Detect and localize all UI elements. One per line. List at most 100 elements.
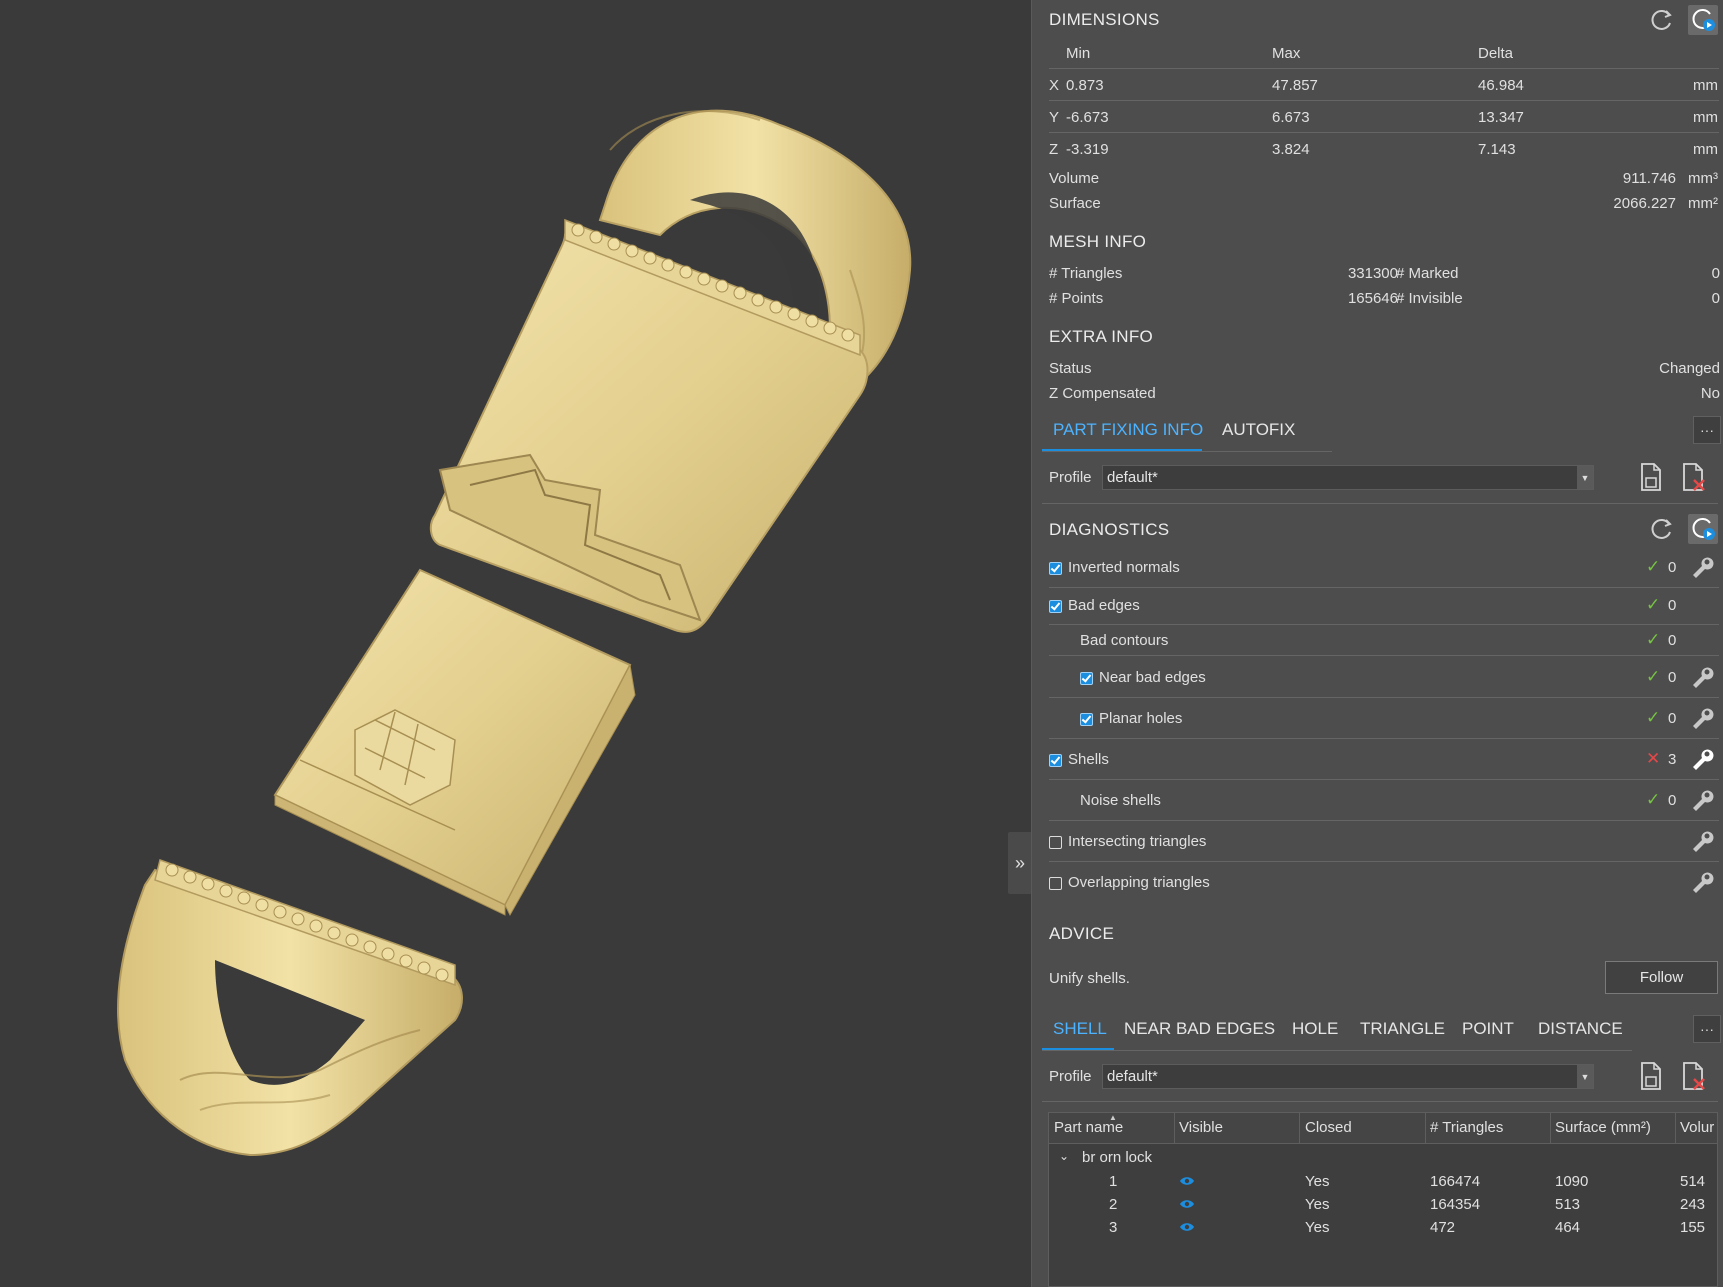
wrench-icon[interactable] — [1688, 554, 1714, 580]
min-value: -6.673 — [1066, 109, 1109, 126]
diag-count: 0 — [1668, 710, 1677, 727]
wrench-icon[interactable] — [1688, 828, 1714, 854]
volume-value: 514 — [1680, 1173, 1706, 1190]
closed-value: Yes — [1305, 1219, 1330, 1236]
tab-hole[interactable]: HOLE — [1292, 1019, 1338, 1039]
col-surface[interactable]: Surface (mm²) — [1555, 1119, 1651, 1136]
bad-edges-checkbox[interactable] — [1049, 600, 1062, 613]
diag-count: 0 — [1668, 669, 1677, 686]
unit-label: mm — [1693, 141, 1718, 158]
inverted-normals-checkbox[interactable] — [1049, 562, 1062, 575]
wrench-icon[interactable] — [1688, 664, 1714, 690]
surface-value: 2066.227 — [1613, 195, 1676, 212]
lock-bottom-part — [117, 859, 463, 1157]
volume-value: 155 — [1680, 1219, 1706, 1236]
table-group-row[interactable]: ⌄ br orn lock — [1049, 1149, 1717, 1171]
delete-profile-icon[interactable] — [1680, 462, 1708, 492]
col-visible[interactable]: Visible — [1179, 1119, 1223, 1136]
auto-update-icon[interactable] — [1688, 514, 1718, 544]
diag-label: Inverted normals — [1068, 559, 1180, 576]
overlapping-triangles-checkbox[interactable] — [1049, 877, 1062, 890]
column-divider[interactable] — [1425, 1113, 1426, 1143]
dropdown-arrow-icon: ▼ — [1577, 466, 1593, 489]
divider — [1049, 820, 1719, 821]
col-closed[interactable]: Closed — [1305, 1119, 1352, 1136]
divider — [1049, 68, 1719, 69]
intersecting-triangles-checkbox[interactable] — [1049, 836, 1062, 849]
tab-shell[interactable]: SHELL — [1053, 1019, 1107, 1039]
collapse-panel-button[interactable]: » — [1008, 832, 1032, 894]
surface-label: Surface — [1049, 195, 1101, 212]
divider — [1049, 738, 1719, 739]
planar-holes-checkbox[interactable] — [1080, 713, 1093, 726]
part-name: 2 — [1109, 1196, 1118, 1213]
wrench-icon[interactable] — [1688, 746, 1714, 772]
closed-value: Yes — [1305, 1173, 1330, 1190]
divider — [1042, 451, 1332, 452]
profile-select[interactable]: default* ▼ — [1102, 465, 1594, 490]
profile-select-value: default* — [1107, 469, 1158, 486]
table-row[interactable]: 1 Yes 166474 1090 514 — [1049, 1173, 1717, 1195]
axis-label: Z — [1049, 141, 1059, 158]
save-profile-icon[interactable] — [1638, 1061, 1664, 1091]
wrench-icon[interactable] — [1688, 869, 1714, 895]
more-options-button[interactable]: ··· — [1693, 1015, 1721, 1043]
volume-label: Volume — [1049, 170, 1100, 187]
follow-button[interactable]: Follow — [1605, 961, 1718, 994]
tab-point[interactable]: POINT — [1462, 1019, 1514, 1039]
z-compensated-value: No — [1700, 385, 1720, 402]
delete-profile-icon[interactable] — [1680, 1061, 1708, 1091]
part-name: 3 — [1109, 1219, 1118, 1236]
divider — [1049, 100, 1719, 101]
save-profile-icon[interactable] — [1638, 462, 1664, 492]
tab-distance[interactable]: DISTANCE — [1538, 1019, 1623, 1039]
shells-checkbox[interactable] — [1049, 754, 1062, 767]
extra-info-title: EXTRA INFO — [1049, 327, 1154, 346]
tab-autofix[interactable]: AUTOFIX — [1222, 420, 1295, 440]
table-row[interactable]: 2 Yes 164354 513 243 — [1049, 1196, 1717, 1218]
shell-table[interactable]: Part name ▲ Visible Closed # Triangles S… — [1048, 1112, 1718, 1287]
diag-label: Planar holes — [1099, 710, 1183, 727]
refresh-icon[interactable] — [1649, 7, 1675, 33]
tab-part-fixing-info[interactable]: PART FIXING INFO — [1053, 420, 1203, 440]
profile-label: Profile — [1049, 469, 1092, 486]
volume-unit: mm³ — [1688, 170, 1718, 187]
tab-triangle[interactable]: TRIANGLE — [1360, 1019, 1445, 1039]
status-value: Changed — [1659, 360, 1720, 377]
eye-icon[interactable] — [1179, 1175, 1195, 1187]
refresh-icon[interactable] — [1649, 516, 1675, 542]
column-divider[interactable] — [1174, 1113, 1175, 1143]
column-divider[interactable] — [1550, 1113, 1551, 1143]
volume-value: 243 — [1680, 1196, 1706, 1213]
max-value: 6.673 — [1272, 109, 1310, 126]
axis-label: Y — [1049, 109, 1060, 126]
3d-viewport[interactable]: » — [0, 0, 1032, 1287]
column-divider[interactable] — [1299, 1113, 1300, 1143]
column-divider[interactable] — [1675, 1113, 1676, 1143]
diag-label: Intersecting triangles — [1068, 833, 1207, 850]
chevron-down-icon[interactable]: ⌄ — [1059, 1149, 1069, 1163]
auto-update-icon[interactable] — [1688, 5, 1718, 35]
eye-icon[interactable] — [1179, 1221, 1195, 1233]
delta-value: 13.347 — [1478, 109, 1524, 126]
ok-check-icon: ✓ — [1646, 708, 1661, 727]
profile-select[interactable]: default* ▼ — [1102, 1064, 1594, 1089]
diag-label: Noise shells — [1080, 792, 1161, 809]
lock-middle-part — [273, 568, 636, 917]
wrench-icon[interactable] — [1688, 705, 1714, 731]
more-options-button[interactable]: ··· — [1693, 416, 1721, 444]
col-volume[interactable]: Volur — [1680, 1119, 1714, 1136]
axis-label: X — [1049, 77, 1060, 94]
invisible-label: # Invisible — [1396, 290, 1463, 307]
max-value: 3.824 — [1272, 141, 1310, 158]
wrench-icon[interactable] — [1688, 787, 1714, 813]
tab-near-bad-edges[interactable]: NEAR BAD EDGES — [1124, 1019, 1275, 1039]
table-row[interactable]: 3 Yes 472 464 155 — [1049, 1219, 1717, 1241]
advice-title: ADVICE — [1049, 924, 1115, 943]
col-triangles[interactable]: # Triangles — [1430, 1119, 1503, 1136]
table-header: Part name ▲ Visible Closed # Triangles S… — [1049, 1113, 1717, 1144]
lock-top-part — [429, 109, 912, 633]
near-bad-edges-checkbox[interactable] — [1080, 672, 1093, 685]
eye-icon[interactable] — [1179, 1198, 1195, 1210]
marked-value: 0 — [1711, 265, 1720, 282]
